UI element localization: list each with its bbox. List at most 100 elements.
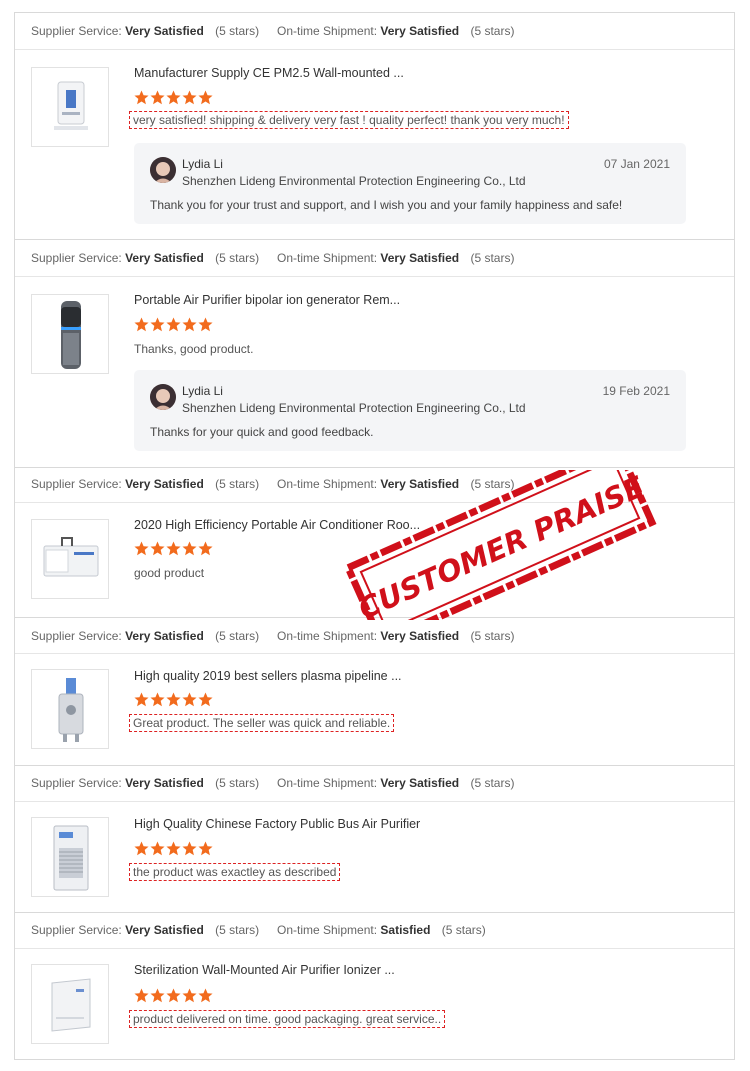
shipment-rating: On-time Shipment: Very Satisfied (5 star… [277,251,514,265]
product-thumbnail[interactable] [31,67,109,147]
star-icon [134,541,149,556]
product-thumbnail[interactable] [31,294,109,374]
review-card: Supplier Service: Very Satisfied (5 star… [14,239,735,468]
shipment-value: Very Satisfied [380,776,460,790]
supplier-service-stars: (5 stars) [215,24,260,38]
shipment-label: On-time Shipment: [277,24,378,38]
shipment-value: Very Satisfied [380,629,460,643]
star-icon [182,988,197,1003]
shipment-rating: On-time Shipment: Very Satisfied (5 star… [277,776,514,790]
star-icon [166,988,181,1003]
shipment-rating: On-time Shipment: Very Satisfied (5 star… [277,629,514,643]
supplier-service-rating: Supplier Service: Very Satisfied (5 star… [31,629,259,643]
supplier-service-rating: Supplier Service: Very Satisfied (5 star… [31,24,259,38]
product-thumbnail[interactable] [31,669,109,749]
supplier-service-value: Very Satisfied [125,923,204,937]
star-icon [198,841,213,856]
reply-author-name: Lydia Li [182,157,223,171]
star-icon [182,692,197,707]
reply-company: Shenzhen Lideng Environmental Protection… [182,401,526,415]
product-title[interactable]: Sterilization Wall-Mounted Air Purifier … [134,963,395,977]
star-icon [182,317,197,332]
supplier-service-value: Very Satisfied [125,251,204,265]
review-ratings-bar: Supplier Service: Very Satisfied (5 star… [15,240,734,277]
shipment-stars: (5 stars) [470,776,515,790]
supplier-service-value: Very Satisfied [125,24,204,38]
portable-purifier-icon [61,301,81,369]
star-icon [182,90,197,105]
reply-text: Thank you for your trust and support, an… [150,198,623,212]
supplier-service-stars: (5 stars) [215,923,260,937]
review-comment: good product [134,566,205,580]
reply-date: 19 Feb 2021 [602,384,670,398]
rating-stars [134,541,213,556]
star-icon [150,317,165,332]
star-icon [182,541,197,556]
star-icon [150,90,165,105]
shipment-stars: (5 stars) [470,629,515,643]
supplier-service-rating: Supplier Service: Very Satisfied (5 star… [31,251,259,265]
star-icon [166,317,181,332]
star-icon [182,841,197,856]
review-ratings-bar: Supplier Service: Very Satisfied (5 star… [15,13,734,50]
star-icon [134,692,149,707]
product-thumbnail[interactable] [31,817,109,897]
product-title[interactable]: Manufacturer Supply CE PM2.5 Wall-mounte… [134,66,404,80]
review-card: Supplier Service: Very Satisfied (5 star… [14,12,735,240]
star-icon [198,317,213,332]
review-card: Supplier Service: Very Satisfied (5 star… [14,617,735,766]
star-icon [198,692,213,707]
review-comment: Great product. The seller was quick and … [129,714,395,732]
shipment-rating: On-time Shipment: Very Satisfied (5 star… [277,477,514,491]
supplier-reply: Lydia Li Shenzhen Lideng Environmental P… [134,143,686,224]
supplier-service-value: Very Satisfied [125,776,204,790]
star-icon [150,692,165,707]
star-icon [166,692,181,707]
supplier-service-rating: Supplier Service: Very Satisfied (5 star… [31,477,259,491]
supplier-service-stars: (5 stars) [215,629,260,643]
shipment-stars: (5 stars) [470,251,515,265]
product-thumbnail[interactable] [31,519,109,599]
product-title[interactable]: High Quality Chinese Factory Public Bus … [134,817,420,831]
star-icon [166,541,181,556]
shipment-value: Very Satisfied [380,251,460,265]
product-thumbnail[interactable] [31,964,109,1044]
star-icon [150,541,165,556]
wall-ionizer-icon [51,978,91,1032]
supplier-service-label: Supplier Service: [31,629,122,643]
shipment-value: Satisfied [380,923,431,937]
review-ratings-bar: Supplier Service: Very Satisfied (5 star… [15,468,734,503]
supplier-service-stars: (5 stars) [215,477,260,491]
rating-stars [134,317,213,332]
star-icon [198,541,213,556]
product-title[interactable]: High quality 2019 best sellers plasma pi… [134,669,402,683]
supplier-service-label: Supplier Service: [31,923,122,937]
star-icon [198,90,213,105]
review-ratings-bar: Supplier Service: Very Satisfied (5 star… [15,913,734,949]
star-icon [198,988,213,1003]
air-conditioner-icon [43,537,99,577]
reply-text: Thanks for your quick and good feedback. [150,425,374,439]
shipment-rating: On-time Shipment: Very Satisfied (5 star… [277,24,514,38]
star-icon [134,317,149,332]
shipment-label: On-time Shipment: [277,629,378,643]
shipment-value: Very Satisfied [380,24,460,38]
review-card: Supplier Service: Very Satisfied (5 star… [14,467,735,618]
supplier-service-label: Supplier Service: [31,776,122,790]
review-ratings-bar: Supplier Service: Very Satisfied (5 star… [15,618,734,654]
shipment-stars: (5 stars) [470,477,515,491]
wall-air-purifier-icon [54,81,88,130]
supplier-service-stars: (5 stars) [215,251,260,265]
star-icon [134,841,149,856]
shipment-label: On-time Shipment: [277,477,378,491]
star-icon [150,988,165,1003]
supplier-service-label: Supplier Service: [31,251,122,265]
product-title[interactable]: 2020 High Efficiency Portable Air Condit… [134,518,420,532]
rating-stars [134,841,213,856]
product-title[interactable]: Portable Air Purifier bipolar ion genera… [134,293,400,307]
supplier-service-rating: Supplier Service: Very Satisfied (5 star… [31,776,259,790]
shipment-label: On-time Shipment: [277,251,378,265]
supplier-service-value: Very Satisfied [125,629,204,643]
reply-author-name: Lydia Li [182,384,223,398]
reply-date: 07 Jan 2021 [603,157,670,171]
